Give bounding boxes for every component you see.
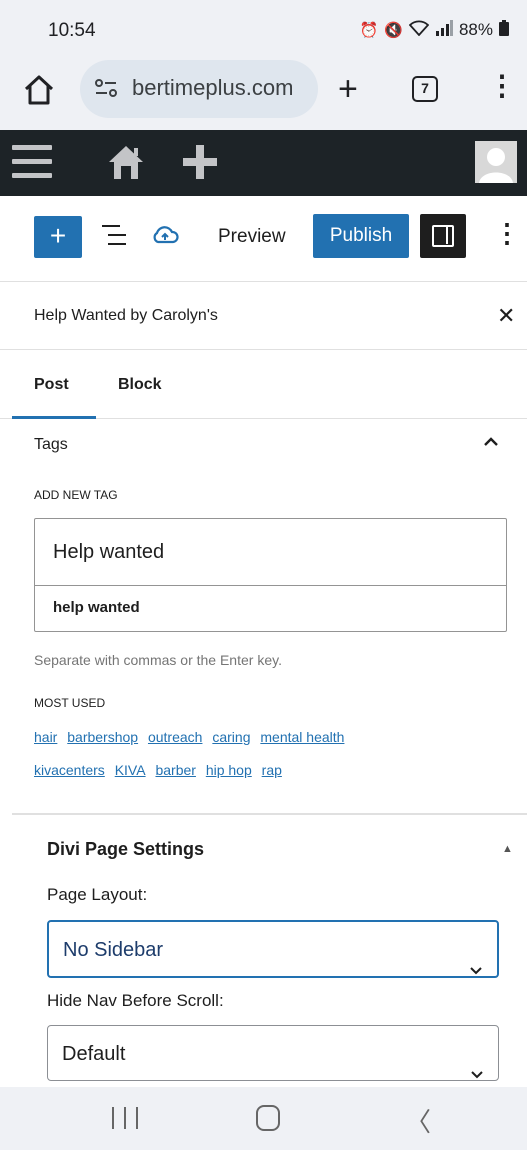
page-layout-value: No Sidebar xyxy=(63,939,164,961)
tab-switcher-button[interactable]: 7 xyxy=(412,76,438,102)
url-text: bertimeplus.com xyxy=(132,75,294,100)
publish-button[interactable]: Publish xyxy=(313,214,409,258)
home-nav-icon[interactable] xyxy=(256,1105,280,1131)
recent-apps-icon[interactable] xyxy=(112,1107,138,1129)
options-menu-icon[interactable]: ⋮ xyxy=(494,220,520,246)
tab-post[interactable]: Post xyxy=(34,376,69,394)
hide-nav-select[interactable]: Default xyxy=(47,1025,499,1081)
tag-link[interactable]: barbershop xyxy=(67,729,138,745)
tag-link[interactable]: mental health xyxy=(260,729,344,745)
battery-level: 88% xyxy=(458,20,493,39)
address-bar[interactable]: bertimeplus.com xyxy=(80,60,318,118)
hide-nav-value: Default xyxy=(62,1043,126,1065)
tag-link[interactable]: hip hop xyxy=(206,762,252,778)
chevron-down-icon xyxy=(469,944,483,975)
admin-menu-icon[interactable] xyxy=(12,145,52,179)
tags-panel-title[interactable]: Tags xyxy=(34,436,68,454)
back-nav-icon[interactable]: 〈 xyxy=(405,1102,431,1139)
page-layout-label: Page Layout: xyxy=(47,885,148,904)
list-view-icon[interactable] xyxy=(100,223,130,253)
close-sidebar-icon[interactable]: ✕ xyxy=(497,303,515,329)
site-home-icon[interactable] xyxy=(106,142,146,187)
signal-icon xyxy=(435,20,453,40)
battery-icon xyxy=(499,20,509,40)
sidebar-header: Help Wanted by Carolyn's ✕ xyxy=(0,283,527,350)
chevron-down-icon xyxy=(470,1048,484,1079)
status-icons: ⏰ 🔇 88% xyxy=(360,20,509,40)
tag-help-text: Separate with commas or the Enter key. xyxy=(34,652,282,668)
hide-nav-label: Hide Nav Before Scroll: xyxy=(47,991,224,1010)
active-tab-indicator xyxy=(12,416,96,419)
tag-suggestion[interactable]: help wanted xyxy=(53,599,140,616)
divi-panel-title: Divi Page Settings xyxy=(47,839,205,859)
user-avatar[interactable] xyxy=(475,141,517,183)
system-nav-bar: 〈 xyxy=(0,1087,527,1150)
sidebar-tabs: Post Block xyxy=(0,351,527,419)
preview-button[interactable]: Preview xyxy=(218,226,286,248)
mute-icon: 🔇 xyxy=(384,22,403,39)
tag-link[interactable]: caring xyxy=(212,729,250,745)
divi-page-settings-panel: Divi Page Settings ▲ Page Layout: No Sid… xyxy=(12,815,527,1087)
tag-link[interactable]: outreach xyxy=(148,729,202,745)
post-title: Help Wanted by Carolyn's xyxy=(34,307,218,324)
tag-link[interactable]: barber xyxy=(155,762,195,778)
most-used-label: MOST USED xyxy=(34,696,106,710)
tag-link[interactable]: KIVA xyxy=(115,762,146,778)
wp-admin-bar xyxy=(0,130,527,196)
save-draft-cloud-icon[interactable] xyxy=(150,223,180,249)
tag-link[interactable]: rap xyxy=(262,762,282,778)
browser-home-icon[interactable] xyxy=(22,74,58,110)
tag-link[interactable]: kivacenters xyxy=(34,762,105,778)
tab-block[interactable]: Block xyxy=(118,376,162,394)
browser-menu-icon[interactable]: ⋮ xyxy=(488,72,516,100)
chevron-up-icon[interactable] xyxy=(483,434,499,450)
editor-toolbar: + Preview Publish ⋮ xyxy=(0,196,527,282)
sidebar-icon xyxy=(432,225,454,247)
new-tab-button[interactable]: + xyxy=(338,72,358,106)
alarm-icon: ⏰ xyxy=(359,22,379,39)
wifi-icon xyxy=(408,20,430,40)
tag-input-box: help wanted xyxy=(34,518,507,632)
tag-link[interactable]: hair xyxy=(34,729,57,745)
site-settings-icon[interactable] xyxy=(94,78,118,104)
status-time: 10:54 xyxy=(48,20,96,41)
browser-toolbar: bertimeplus.com + 7 ⋮ xyxy=(0,60,527,130)
tag-input[interactable] xyxy=(35,519,506,586)
block-inserter-button[interactable]: + xyxy=(34,216,82,258)
settings-sidebar-toggle[interactable] xyxy=(420,214,466,258)
new-content-icon[interactable] xyxy=(180,142,220,187)
page-layout-select[interactable]: No Sidebar xyxy=(47,920,499,978)
collapse-triangle-icon[interactable]: ▲ xyxy=(502,843,513,855)
add-new-tag-label: ADD NEW TAG xyxy=(34,488,118,502)
status-bar: 10:54 ⏰ 🔇 88% xyxy=(0,0,527,60)
most-used-tags: hair barbershop outreach caring mental h… xyxy=(34,721,494,787)
